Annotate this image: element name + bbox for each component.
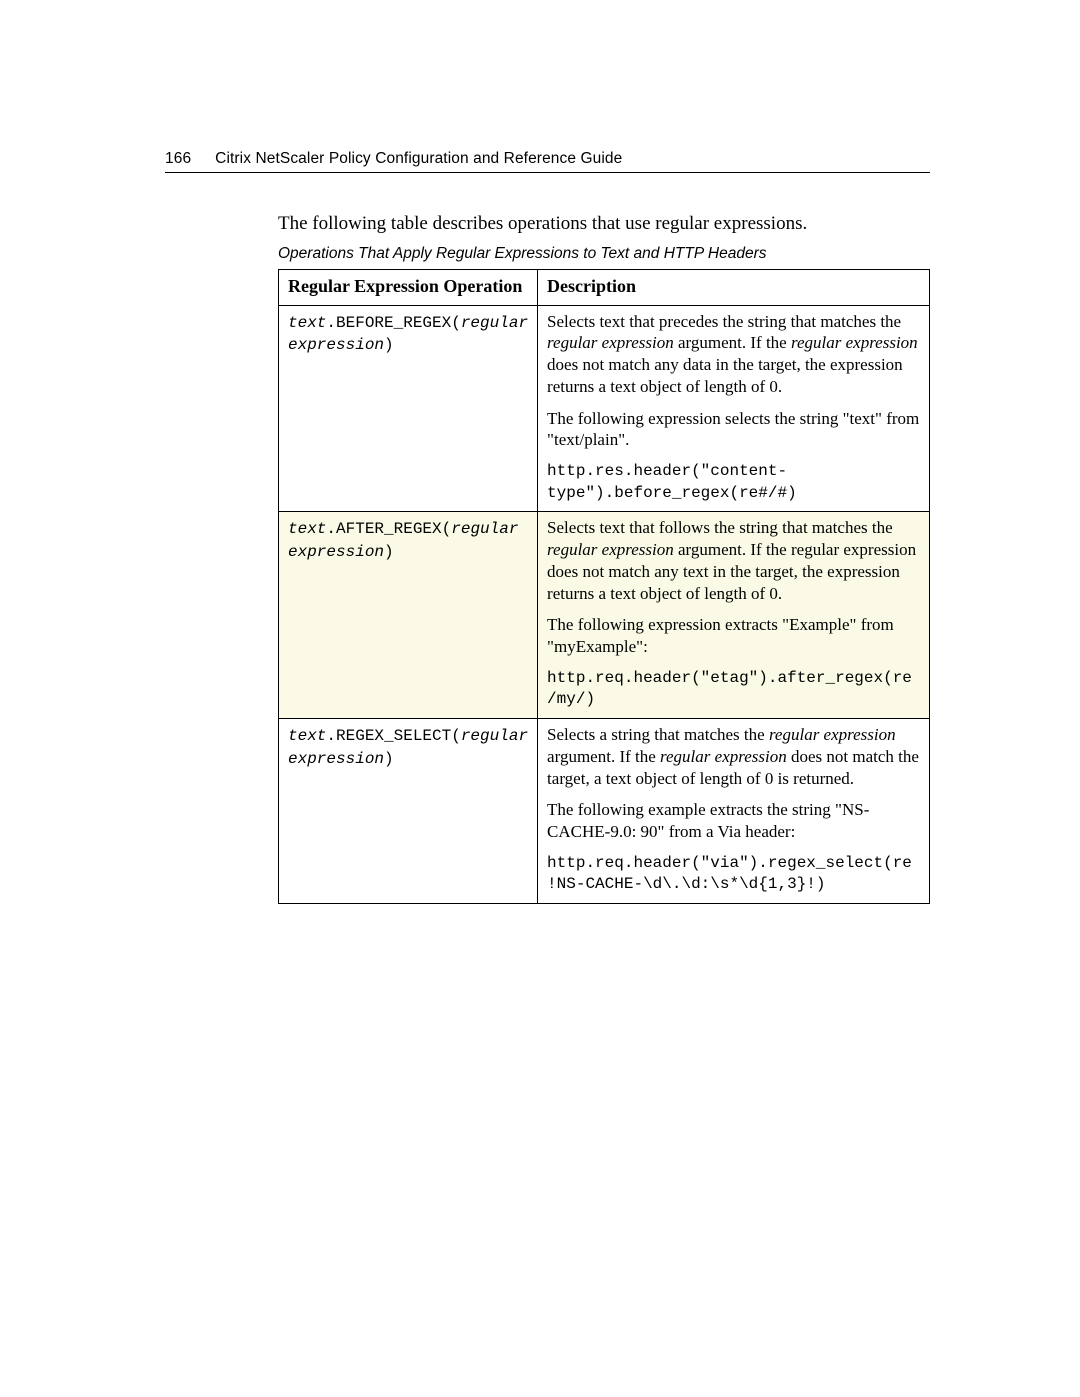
desc-paragraph: The following expression selects the str…: [547, 408, 920, 452]
table-caption: Operations That Apply Regular Expression…: [278, 245, 930, 263]
code-example: http.req.header("etag").after_regex(re/m…: [547, 668, 920, 711]
table-row: text.AFTER_REGEX(regular expression) Sel…: [279, 512, 930, 719]
term-italic: regular expression: [660, 747, 787, 766]
term-italic: regular expression: [791, 333, 918, 352]
cell-operation: text.AFTER_REGEX(regular expression): [279, 512, 538, 719]
cell-description: Selects text that precedes the string th…: [538, 305, 930, 512]
op-var: text: [288, 520, 326, 538]
desc-paragraph: The following example extracts the strin…: [547, 799, 920, 843]
op-var: text: [288, 314, 326, 332]
cell-description: Selects text that follows the string tha…: [538, 512, 930, 719]
code-example: http.req.header("via").regex_select(re!N…: [547, 853, 920, 896]
table-row: text.BEFORE_REGEX(regular expression) Se…: [279, 305, 930, 512]
cell-description: Selects a string that matches the regula…: [538, 719, 930, 904]
op-fn: .BEFORE_REGEX(: [326, 314, 460, 332]
cell-operation: text.BEFORE_REGEX(regular expression): [279, 305, 538, 512]
op-fn: .AFTER_REGEX(: [326, 520, 451, 538]
page-number: 166: [165, 150, 191, 168]
op-close: ): [384, 543, 394, 561]
table-header-description: Description: [538, 269, 930, 305]
document-page: 166 Citrix NetScaler Policy Configuration…: [0, 0, 1080, 904]
term-italic: regular expression: [547, 333, 674, 352]
cell-operation: text.REGEX_SELECT(regular expression): [279, 719, 538, 904]
desc-paragraph: Selects text that precedes the string th…: [547, 311, 920, 398]
doc-title: Citrix NetScaler Policy Configuration an…: [215, 150, 622, 167]
regex-operations-table: Regular Expression Operation Description…: [278, 269, 930, 904]
table-header-operation: Regular Expression Operation: [279, 269, 538, 305]
term-italic: regular expression: [547, 540, 674, 559]
code-example: http.res.header("content-type").before_r…: [547, 461, 920, 504]
op-fn: .REGEX_SELECT(: [326, 727, 460, 745]
table-header-row: Regular Expression Operation Description: [279, 269, 930, 305]
intro-paragraph: The following table describes operations…: [278, 211, 930, 237]
op-close: ): [384, 336, 394, 354]
table-row: text.REGEX_SELECT(regular expression) Se…: [279, 719, 930, 904]
content-block: The following table describes operations…: [278, 211, 930, 904]
term-italic: regular expression: [769, 725, 896, 744]
op-close: ): [384, 750, 394, 768]
desc-paragraph: Selects text that follows the string tha…: [547, 517, 920, 604]
page-header: 166 Citrix NetScaler Policy Configuration…: [165, 150, 930, 173]
op-var: text: [288, 727, 326, 745]
desc-paragraph: The following expression extracts "Examp…: [547, 614, 920, 658]
desc-paragraph: Selects a string that matches the regula…: [547, 724, 920, 789]
